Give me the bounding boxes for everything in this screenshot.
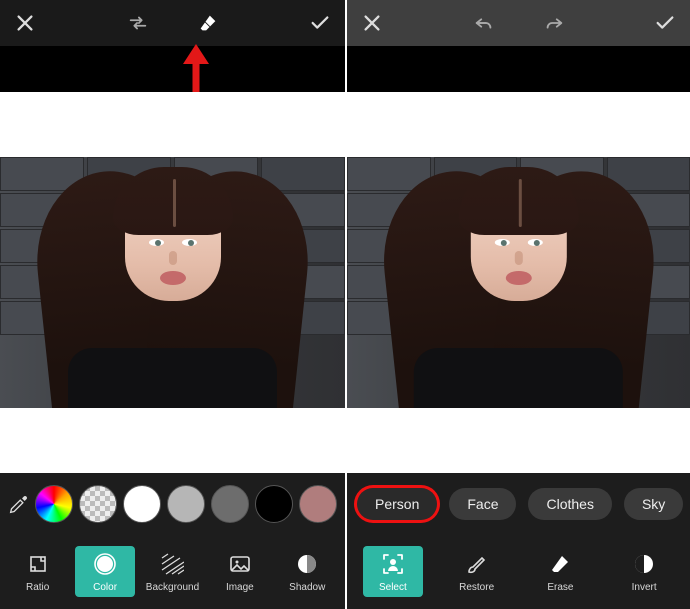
ratio-icon (24, 550, 52, 578)
canvas-area[interactable] (347, 92, 690, 473)
chip-person[interactable]: Person (357, 488, 437, 520)
bottom-tools: Select Restore Erase Invert (347, 535, 690, 609)
left-screen: Ratio Color Background Image (0, 0, 345, 609)
center-tools (469, 8, 569, 38)
tool-background[interactable]: Background (142, 546, 202, 597)
tool-ratio[interactable]: Ratio (8, 546, 68, 597)
image-icon (226, 550, 254, 578)
tool-label: Color (93, 582, 117, 593)
undo-icon (473, 12, 495, 34)
redo-icon (543, 12, 565, 34)
eraser-icon (546, 550, 574, 578)
canvas-area[interactable] (0, 92, 345, 473)
tool-label: Erase (547, 582, 573, 593)
tool-shadow[interactable]: Shadow (277, 546, 337, 597)
switch-icon (127, 12, 149, 34)
background-icon (158, 550, 186, 578)
tool-label: Ratio (26, 582, 49, 593)
color-swatch-mauve[interactable] (299, 485, 337, 523)
close-button[interactable] (10, 8, 40, 38)
tool-restore[interactable]: Restore (447, 546, 507, 597)
tool-label: Restore (459, 582, 494, 593)
color-swatch-rainbow[interactable] (35, 485, 73, 523)
shadow-icon (293, 550, 321, 578)
canvas-top-margin (0, 92, 345, 157)
tool-color[interactable]: Color (75, 546, 135, 597)
close-button[interactable] (357, 8, 387, 38)
canvas-bottom-margin (347, 408, 690, 473)
chip-face[interactable]: Face (449, 488, 516, 520)
close-icon (361, 12, 383, 34)
canvas-top-margin (347, 92, 690, 157)
eyedropper-icon (8, 494, 29, 515)
chip-sky[interactable]: Sky (624, 488, 683, 520)
confirm-button[interactable] (305, 8, 335, 38)
checkmark-icon (654, 12, 676, 34)
select-person-icon (379, 550, 407, 578)
invert-icon (630, 550, 658, 578)
color-palette-row (0, 473, 345, 535)
tool-select[interactable]: Select (363, 546, 423, 597)
tool-label: Image (226, 582, 254, 593)
confirm-button[interactable] (650, 8, 680, 38)
photo (0, 157, 345, 408)
selection-chips-row: Person Face Clothes Sky He (347, 473, 690, 535)
undo-button[interactable] (469, 8, 499, 38)
chip-clothes[interactable]: Clothes (528, 488, 611, 520)
tool-label: Shadow (289, 582, 325, 593)
tool-erase[interactable]: Erase (530, 546, 590, 597)
center-tools (123, 8, 223, 38)
bottom-tools: Ratio Color Background Image (0, 535, 345, 609)
color-swatch-black[interactable] (255, 485, 293, 523)
eraser-button[interactable] (193, 8, 223, 38)
eraser-icon (197, 12, 219, 34)
canvas-bottom-margin (0, 408, 345, 473)
redo-button[interactable] (539, 8, 569, 38)
color-icon (91, 550, 119, 578)
top-bar (347, 0, 690, 46)
tool-label: Invert (632, 582, 657, 593)
color-swatch-white[interactable] (123, 485, 161, 523)
top-bar (0, 0, 345, 46)
tool-invert[interactable]: Invert (614, 546, 674, 597)
brush-icon (463, 550, 491, 578)
tool-label: Select (379, 582, 407, 593)
right-screen: Person Face Clothes Sky He Select Restor… (345, 0, 690, 609)
sub-band (0, 46, 345, 92)
photo (347, 157, 690, 408)
tool-label: Background (146, 582, 199, 593)
color-swatch-transparent[interactable] (79, 485, 117, 523)
color-swatch-gray[interactable] (211, 485, 249, 523)
eyedropper-button[interactable] (8, 489, 29, 519)
checkmark-icon (309, 12, 331, 34)
switch-button[interactable] (123, 8, 153, 38)
tool-image[interactable]: Image (210, 546, 270, 597)
sub-band (347, 46, 690, 92)
color-swatch-gray-light[interactable] (167, 485, 205, 523)
close-icon (14, 12, 36, 34)
